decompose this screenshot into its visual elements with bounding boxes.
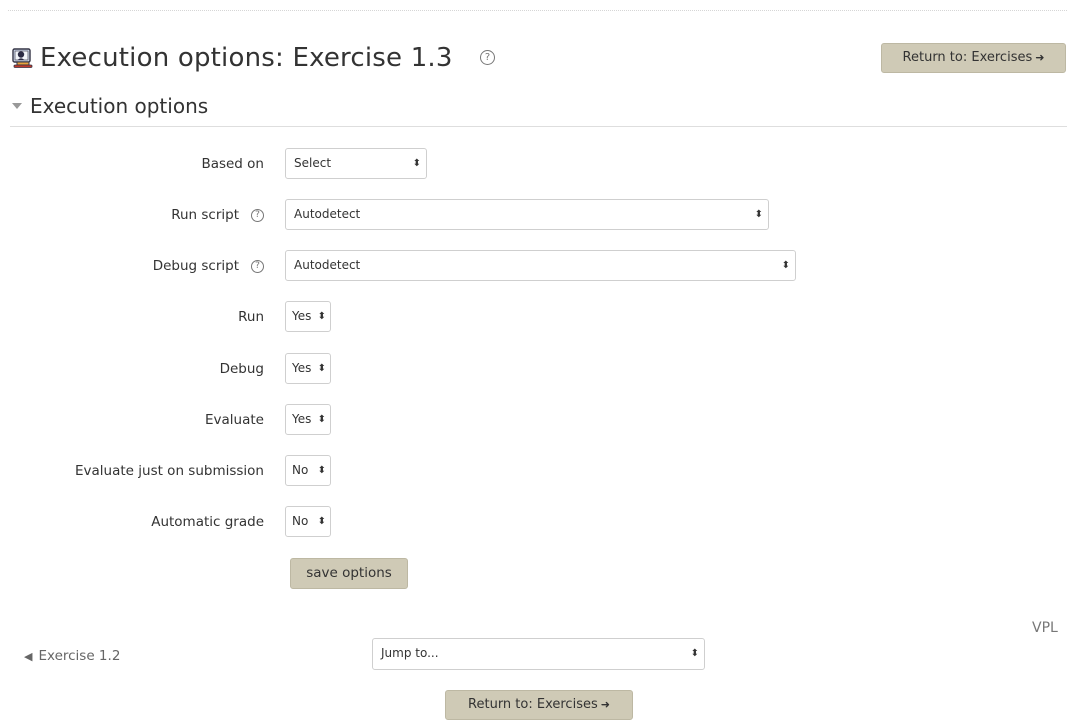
jump-to-value: Jump to...	[381, 646, 439, 660]
return-to-exercises-button[interactable]: Return to: Exercises ➜	[445, 690, 633, 720]
return-to-exercises-button[interactable]: Return to: Exercises ➜	[881, 43, 1066, 73]
field-label-text: Evaluate	[205, 412, 264, 428]
select-arrows-icon: ⬍	[754, 209, 763, 220]
vpl-label: VPL	[1032, 620, 1058, 636]
chevron-down-icon[interactable]	[12, 103, 22, 109]
field-label-text: Automatic grade	[151, 514, 264, 530]
page-title: Execution options: Exercise 1.3	[40, 43, 453, 73]
evaluate-value: Yes	[292, 412, 312, 426]
return-button-label: Return to: Exercises	[468, 697, 598, 712]
help-icon[interactable]: ?	[480, 50, 495, 65]
run-script-select[interactable]: Autodetect ⬍	[285, 199, 769, 230]
vpl-activity-icon	[12, 48, 33, 68]
field-label-debug-script: Debug script?	[153, 257, 264, 275]
select-arrows-icon: ⬍	[317, 465, 326, 476]
based-on-value: Select	[294, 156, 332, 170]
debug-script-select[interactable]: Autodetect ⬍	[285, 250, 796, 281]
field-label-text: Based on	[201, 156, 264, 172]
run-select[interactable]: Yes ⬍	[285, 301, 331, 332]
field-label-text: Debug script	[152, 258, 239, 274]
select-arrows-icon: ⬍	[690, 648, 699, 659]
run-script-value: Autodetect	[294, 207, 361, 221]
help-icon[interactable]: ?	[251, 259, 264, 273]
field-label-text: Debug	[219, 361, 264, 377]
previous-activity-link[interactable]: ◀ Exercise 1.2	[24, 647, 120, 666]
select-arrows-icon: ⬍	[781, 260, 790, 271]
top-dotted-divider	[8, 10, 1067, 11]
field-label-run: Run	[238, 308, 264, 326]
select-arrows-icon: ⬍	[317, 414, 326, 425]
evaluate-select[interactable]: Yes ⬍	[285, 404, 331, 435]
save-options-button[interactable]: save options	[290, 558, 408, 589]
field-label-text: Evaluate just on submission	[75, 463, 264, 479]
previous-activity-label: Exercise 1.2	[38, 648, 121, 664]
select-arrows-icon: ⬍	[317, 516, 326, 527]
debug-select[interactable]: Yes ⬍	[285, 353, 331, 384]
debug-script-value: Autodetect	[294, 258, 361, 272]
automatic-grade-select[interactable]: No ⬍	[285, 506, 331, 537]
select-arrows-icon: ⬍	[317, 311, 326, 322]
select-arrows-icon: ⬍	[317, 363, 326, 374]
evaluate-just-on-submission-value: No	[292, 463, 309, 477]
section-title: Execution options	[30, 94, 209, 118]
sign-in-icon: ➜	[1035, 51, 1045, 64]
section-divider	[10, 126, 1067, 127]
run-value: Yes	[292, 309, 312, 323]
automatic-grade-value: No	[292, 514, 309, 528]
previous-arrow-icon: ◀	[24, 650, 33, 663]
jump-to-select[interactable]: Jump to... ⬍	[372, 638, 705, 670]
debug-value: Yes	[292, 361, 312, 375]
evaluate-just-on-submission-select[interactable]: No ⬍	[285, 455, 331, 486]
field-label-text: Run script	[171, 207, 239, 223]
field-label-debug: Debug	[220, 360, 264, 378]
field-label-run-script: Run script?	[171, 206, 264, 224]
field-label-automatic-grade: Automatic grade	[151, 513, 264, 531]
based-on-select[interactable]: Select ⬍	[285, 148, 427, 179]
help-icon[interactable]: ?	[251, 208, 264, 222]
field-label-evaluate: Evaluate	[205, 411, 264, 429]
return-button-label: Return to: Exercises	[902, 50, 1033, 65]
field-label-text: Run	[238, 309, 264, 325]
field-label-based-on: Based on	[201, 155, 264, 173]
select-arrows-icon: ⬍	[412, 158, 421, 169]
field-label-evaluate-just-on-submission: Evaluate just on submission	[75, 462, 264, 480]
